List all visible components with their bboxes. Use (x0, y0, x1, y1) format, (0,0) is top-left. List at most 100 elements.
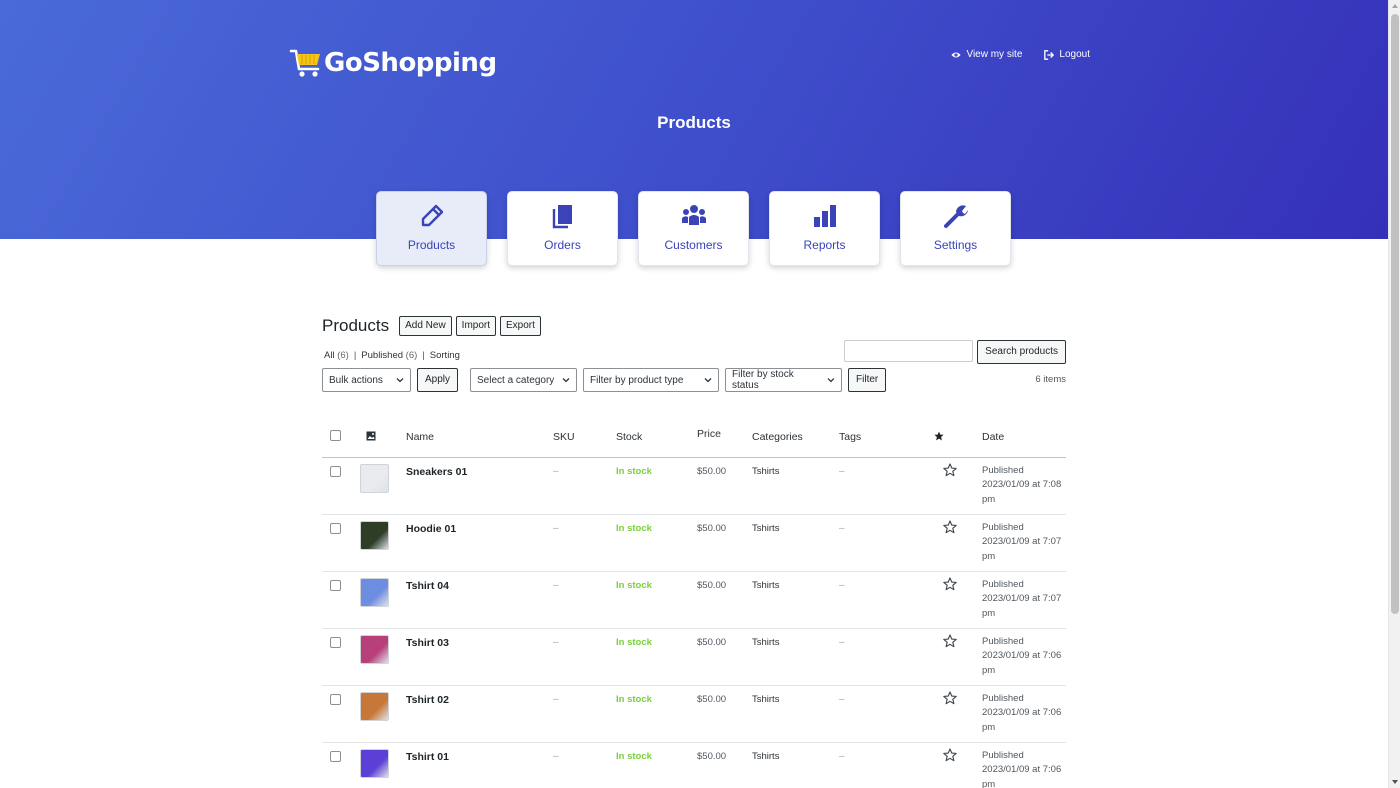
product-thumbnail[interactable] (360, 748, 389, 778)
row-checkbox[interactable] (330, 465, 341, 477)
date-ampm: pm (982, 721, 996, 733)
image-icon (366, 431, 376, 441)
stock-cell: In stock (616, 628, 697, 686)
apply-button[interactable]: Apply (417, 368, 459, 392)
chevron-down-icon (396, 378, 404, 383)
featured-column-header[interactable] (934, 418, 976, 458)
star-outline-icon[interactable] (943, 576, 957, 591)
stock-status-select[interactable]: Filter by stock status (725, 368, 843, 392)
search-input[interactable] (844, 340, 974, 362)
thumb-cell (358, 514, 406, 572)
filter-button[interactable]: Filter (848, 368, 887, 392)
table-row: Tshirt 02 – In stock $50.00 Tshirts – Publishe… (322, 685, 1066, 743)
price-value: $50.00 (697, 579, 727, 591)
product-thumbnail[interactable] (360, 520, 389, 550)
select-all-checkbox[interactable] (330, 430, 341, 442)
date-value: 2023/01/09 at 7:06 (982, 764, 1062, 775)
nav-card-reports[interactable]: Reports (769, 191, 880, 266)
star-outline-icon[interactable] (943, 633, 957, 648)
sku-cell: – (553, 457, 616, 515)
product-search: Search products (844, 340, 1066, 364)
import-button[interactable]: Import (455, 316, 497, 336)
row-checkbox[interactable] (330, 693, 341, 705)
page-scrollbar[interactable] (1388, 0, 1400, 788)
export-button[interactable]: Export (500, 316, 541, 336)
scroll-down-arrow[interactable] (1392, 780, 1398, 784)
logout-link[interactable]: Logout (1044, 49, 1090, 60)
thumb-cell (358, 742, 406, 788)
product-thumbnail[interactable] (360, 634, 389, 664)
star-outline-icon[interactable] (943, 747, 957, 762)
product-name-link[interactable]: Tshirt 01 (406, 751, 449, 763)
stock-status-value: Filter by stock status (732, 369, 794, 391)
table-row: Hoodie 01 – In stock $50.00 Tshirts – Publishe… (322, 514, 1066, 572)
row-select-cell (322, 514, 358, 572)
featured-cell (934, 742, 976, 788)
tags-cell: – (839, 514, 934, 572)
sku-value: – (553, 465, 559, 477)
product-type-select[interactable]: Filter by product type (583, 368, 720, 392)
category-cell: Tshirts (752, 514, 839, 572)
category-link[interactable]: Tshirts (752, 751, 779, 762)
price-value: $50.00 (697, 693, 727, 705)
star-outline-icon[interactable] (943, 462, 957, 477)
star-outline-icon[interactable] (943, 519, 957, 534)
date-status: Published (982, 464, 1024, 476)
star-outline-icon[interactable] (943, 690, 957, 705)
bulk-actions-select[interactable]: Bulk actions (322, 368, 411, 392)
logo[interactable]: GoShopping (289, 46, 497, 80)
product-thumbnail[interactable] (360, 691, 389, 721)
row-checkbox[interactable] (330, 750, 341, 762)
date-column-header[interactable]: Date (976, 418, 1066, 458)
view-published-link[interactable]: Published (6) (361, 350, 417, 361)
date-value: 2023/01/09 at 7:07 (982, 593, 1062, 604)
scroll-up-arrow[interactable] (1392, 4, 1398, 8)
tags-cell: – (839, 685, 934, 743)
date-cell: Published 2023/01/09 at 7:07 pm (976, 514, 1066, 572)
category-link[interactable]: Tshirts (752, 637, 779, 648)
cart-logo-icon (289, 49, 320, 77)
nav-card-settings[interactable]: Settings (900, 191, 1011, 266)
name-column-header[interactable]: Name (406, 418, 553, 458)
brand-name: GoShopping (324, 48, 497, 78)
search-products-button[interactable]: Search products (977, 340, 1066, 364)
nav-card-customers[interactable]: Customers (638, 191, 749, 266)
view-site-link[interactable]: View my site (951, 49, 1022, 60)
category-link[interactable]: Tshirts (752, 580, 779, 591)
stock-status: In stock (616, 693, 652, 705)
row-checkbox[interactable] (330, 522, 341, 534)
product-name-link[interactable]: Sneakers 01 (406, 466, 467, 478)
category-link[interactable]: Tshirts (752, 466, 779, 477)
row-select-cell (322, 685, 358, 743)
thumb-column-header (358, 418, 406, 458)
row-checkbox[interactable] (330, 579, 341, 591)
name-cell: Tshirt 03 (406, 628, 553, 686)
row-select-cell (322, 457, 358, 515)
category-select[interactable]: Select a category (470, 368, 578, 392)
product-thumbnail[interactable] (360, 463, 389, 493)
view-all-link[interactable]: All (6) (324, 350, 349, 361)
eye-icon (951, 52, 962, 57)
logout-label: Logout (1059, 49, 1090, 60)
product-type-value: Filter by product type (590, 374, 684, 386)
scrollbar-thumb[interactable] (1391, 14, 1399, 614)
product-name-link[interactable]: Hoodie 01 (406, 523, 456, 535)
price-column-header[interactable]: Price (697, 418, 752, 458)
category-link[interactable]: Tshirts (752, 523, 779, 534)
product-name-link[interactable]: Tshirt 02 (406, 694, 449, 706)
product-name-link[interactable]: Tshirt 03 (406, 637, 449, 649)
view-sorting-link[interactable]: Sorting (430, 350, 460, 361)
sku-column-header[interactable]: SKU (553, 418, 616, 458)
nav-card-orders[interactable]: Orders (507, 191, 618, 266)
nav-card-products[interactable]: Products (376, 191, 487, 266)
chevron-down-icon (704, 378, 712, 383)
row-checkbox[interactable] (330, 636, 341, 648)
product-name-link[interactable]: Tshirt 04 (406, 580, 449, 592)
price-cell: $50.00 (697, 628, 752, 686)
add-new-button[interactable]: Add New (399, 316, 452, 336)
category-link[interactable]: Tshirts (752, 694, 779, 705)
date-value: 2023/01/09 at 7:07 (982, 536, 1062, 547)
product-thumbnail[interactable] (360, 577, 389, 607)
date-ampm: pm (982, 493, 996, 505)
users-icon (681, 205, 706, 225)
